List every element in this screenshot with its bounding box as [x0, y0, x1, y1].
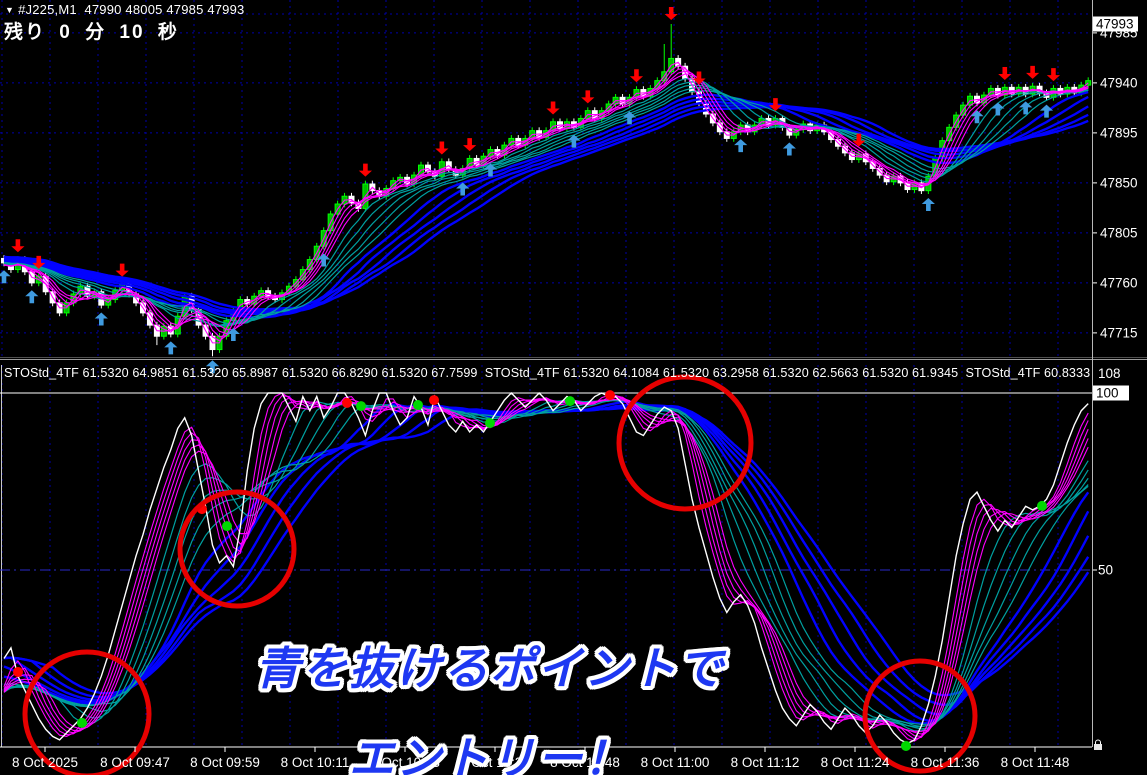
svg-text:8 Oct 11:48: 8 Oct 11:48	[1001, 755, 1070, 770]
annotation-line-1: 青を抜けるポイントで	[225, 642, 755, 696]
svg-text:50: 50	[1098, 563, 1113, 578]
annotation-line-2: エントリー！	[225, 732, 755, 775]
annotation-text: 青を抜けるポイントで エントリー！	[225, 606, 755, 775]
buy-dot	[1037, 501, 1047, 511]
buy-dot	[222, 521, 232, 531]
sell-arrow-icon	[546, 101, 559, 114]
chart-title-row: ▼ #J225,M1 47990 48005 47985 47993	[5, 2, 244, 17]
svg-text:8 Oct 2025: 8 Oct 2025	[12, 755, 78, 770]
svg-text:8 Oct 09:47: 8 Oct 09:47	[100, 755, 170, 770]
buy-arrow-icon	[922, 198, 935, 211]
buy-dot	[356, 401, 366, 411]
buy-arrow-icon	[25, 290, 38, 303]
buy-arrow-icon	[95, 312, 108, 325]
sell-arrow-icon	[435, 141, 448, 154]
buy-arrow-icon	[734, 139, 747, 152]
buy-arrow-icon	[991, 102, 1004, 115]
indicator-values-row: STOStd_4TF 61.5320 64.9851 61.5320 65.89…	[4, 366, 1090, 380]
sell-dot	[429, 395, 439, 405]
symbol-dropdown-icon[interactable]: ▼	[5, 5, 14, 15]
mt4-chart-window: 4798547940478954785047805477604771547993…	[0, 0, 1147, 775]
sell-arrow-icon	[1026, 66, 1039, 79]
candle-countdown-timer: 残り 0 分 10 秒	[4, 17, 179, 44]
sell-arrow-icon	[359, 164, 372, 177]
svg-text:47940: 47940	[1100, 75, 1138, 90]
svg-text:8 Oct 11:24: 8 Oct 11:24	[821, 755, 890, 770]
sell-arrow-icon	[998, 67, 1011, 80]
svg-text:47993: 47993	[1096, 17, 1134, 32]
svg-text:100: 100	[1096, 386, 1119, 401]
buy-dot	[485, 418, 495, 428]
svg-text:108: 108	[1098, 366, 1121, 381]
svg-text:47715: 47715	[1100, 325, 1138, 340]
svg-text:47895: 47895	[1100, 125, 1138, 140]
pane-separator	[0, 358, 1147, 360]
sell-arrow-icon	[463, 138, 476, 151]
buy-dot	[413, 400, 423, 410]
svg-text:47760: 47760	[1100, 275, 1138, 290]
buy-arrow-icon	[164, 341, 177, 354]
sell-arrow-icon	[11, 239, 24, 252]
sell-dot	[342, 398, 352, 408]
buy-dot	[565, 396, 575, 406]
ohlc-values: 47990 48005 47985 47993	[84, 2, 244, 17]
svg-text:47805: 47805	[1100, 225, 1138, 240]
svg-text:8 Oct 11:36: 8 Oct 11:36	[911, 755, 980, 770]
buy-arrow-icon	[783, 142, 796, 155]
buy-dot	[901, 741, 911, 751]
svg-text:47850: 47850	[1100, 175, 1138, 190]
symbol-period-label: #J225,M1	[18, 2, 77, 17]
indicator-scale[interactable]: 108 100 50	[1093, 366, 1129, 578]
scale-lock-icon	[1094, 740, 1102, 750]
sell-dot	[13, 667, 23, 677]
buy-dot	[77, 718, 87, 728]
sell-dot	[605, 390, 615, 400]
sell-arrow-icon	[581, 90, 594, 103]
sell-arrow-icon	[630, 69, 643, 82]
sell-arrow-icon	[116, 264, 129, 277]
